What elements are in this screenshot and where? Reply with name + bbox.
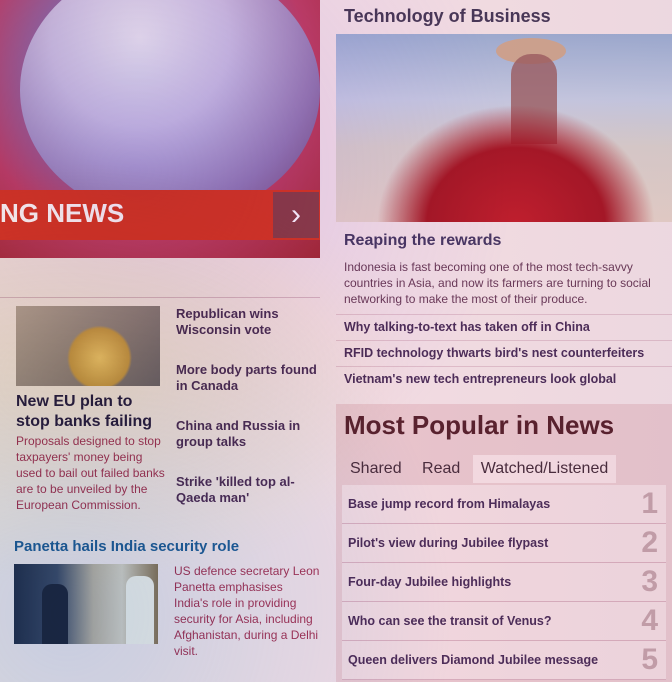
most-popular-title: Most Popular in News: [344, 410, 615, 440]
rank-number: 1: [641, 487, 658, 520]
globe-graphic: [20, 0, 320, 220]
list-item[interactable]: Base jump record from Himalayas 1: [342, 485, 666, 524]
left-column: NG NEWS › New EU plan to stop banks fail…: [0, 0, 322, 682]
tech-links-list: Why talking-to-text has taken off in Chi…: [336, 314, 672, 392]
panetta-summary: US defence secretary Leon Panetta emphas…: [174, 564, 320, 658]
tab-read[interactable]: Read: [414, 455, 468, 483]
list-item[interactable]: Who can see the transit of Venus? 4: [342, 602, 666, 641]
popular-item-label[interactable]: Four-day Jubilee highlights: [348, 575, 511, 589]
most-popular-panel: Most Popular in News Shared Read Watched…: [336, 404, 672, 682]
tech-section-title[interactable]: Technology of Business: [344, 6, 551, 27]
panetta-image[interactable]: [14, 564, 158, 644]
next-arrow-button[interactable]: ›: [273, 192, 319, 238]
rank-number: 5: [641, 643, 658, 676]
rank-number: 2: [641, 526, 658, 559]
tab-shared[interactable]: Shared: [342, 455, 410, 483]
popular-item-label[interactable]: Queen delivers Diamond Jubilee message: [348, 653, 598, 667]
euro-coin-image[interactable]: [16, 306, 160, 386]
headline-link[interactable]: Republican wins Wisconsin vote: [176, 306, 322, 338]
popular-tabs: Shared Read Watched/Listened: [342, 455, 617, 485]
popular-item-label[interactable]: Who can see the transit of Venus?: [348, 614, 552, 628]
tech-link[interactable]: Vietnam's new tech entrepreneurs look gl…: [336, 366, 672, 392]
feature-summary: Indonesia is fast becoming one of the mo…: [344, 260, 651, 306]
divider: [0, 297, 320, 298]
feature-headline[interactable]: Reaping the rewards: [344, 232, 501, 250]
eu-story-summary: Proposals designed to stop taxpayers' mo…: [16, 434, 165, 512]
headline-link[interactable]: More body parts found in Canada: [176, 362, 322, 394]
chili-farmer-image[interactable]: [336, 34, 672, 222]
tech-link[interactable]: RFID technology thwarts bird's nest coun…: [336, 340, 672, 366]
right-column: Technology of Business Reaping the rewar…: [336, 0, 672, 682]
popular-list: Base jump record from Himalayas 1 Pilot'…: [342, 485, 666, 680]
rank-number: 3: [641, 565, 658, 598]
person-figure: [42, 584, 68, 644]
chili-pile: [376, 104, 656, 222]
tab-watched-listened[interactable]: Watched/Listened: [472, 455, 617, 483]
eu-story-headline[interactable]: New EU plan to stop banks failing: [16, 392, 166, 432]
breaking-news-promo[interactable]: NG NEWS ›: [0, 0, 320, 258]
person-figure: [126, 576, 154, 644]
tech-link[interactable]: Why talking-to-text has taken off in Chi…: [336, 314, 672, 340]
headline-link[interactable]: Strike 'killed top al-Qaeda man': [176, 474, 322, 506]
breaking-news-text: NG NEWS: [0, 198, 125, 228]
side-headlines: Republican wins Wisconsin vote More body…: [176, 306, 322, 530]
popular-item-label[interactable]: Pilot's view during Jubilee flypast: [348, 536, 548, 550]
list-item[interactable]: Queen delivers Diamond Jubilee message 5: [342, 641, 666, 680]
rank-number: 4: [641, 604, 658, 637]
headline-link[interactable]: China and Russia in group talks: [176, 418, 322, 450]
panetta-headline[interactable]: Panetta hails India security role: [14, 538, 239, 555]
popular-item-label[interactable]: Base jump record from Himalayas: [348, 497, 550, 511]
list-item[interactable]: Four-day Jubilee highlights 3: [342, 563, 666, 602]
list-item[interactable]: Pilot's view during Jubilee flypast 2: [342, 524, 666, 563]
